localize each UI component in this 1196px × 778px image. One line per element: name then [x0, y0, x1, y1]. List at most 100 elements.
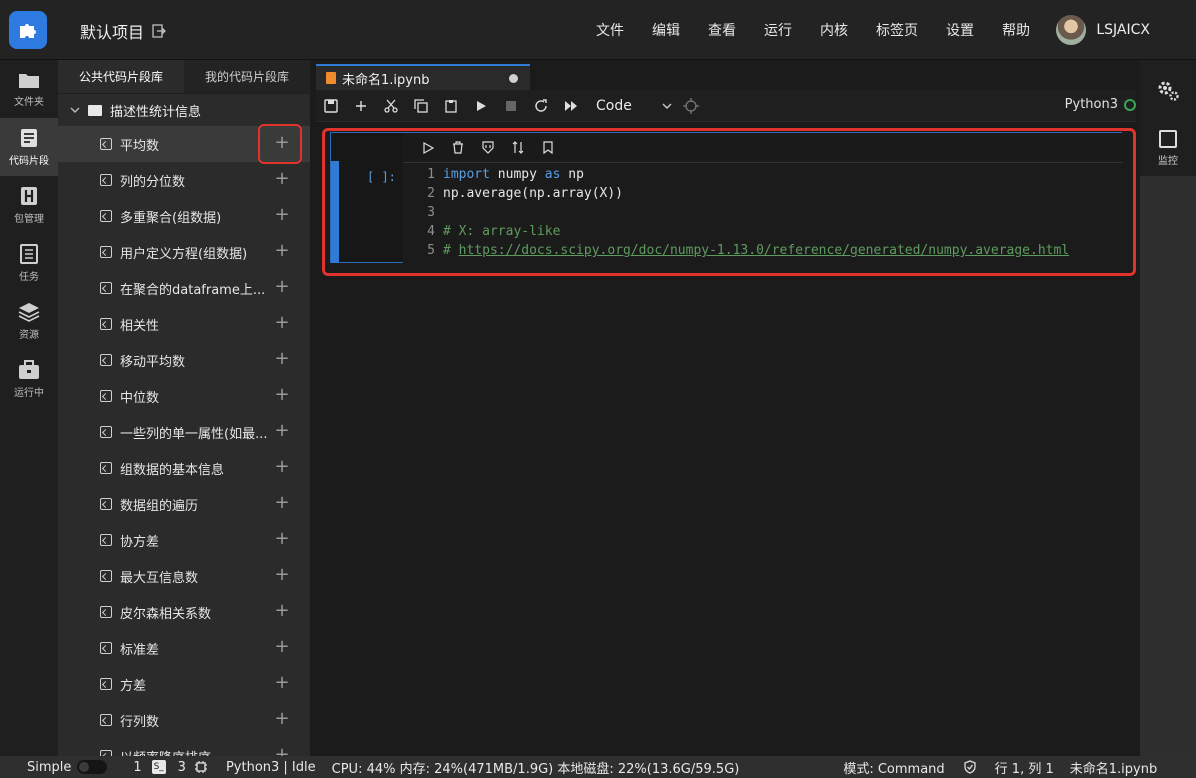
insert-cell-button[interactable] [346, 90, 376, 122]
run-button[interactable] [466, 90, 496, 122]
run-cell-button[interactable] [419, 139, 437, 157]
cell-type-select[interactable]: Code [596, 98, 672, 114]
paste-button[interactable] [436, 90, 466, 122]
shield-check-icon[interactable] [963, 760, 977, 774]
copy-button[interactable] [406, 90, 436, 122]
snippet-item[interactable]: 协方差 + [58, 522, 310, 558]
bookmark-cell-button[interactable] [539, 139, 557, 157]
code-cell[interactable]: [ ]: 1 import numpy as np 2 np.average(n… [330, 132, 1123, 263]
cursor-position: 行 1, 列 1 [994, 761, 1054, 777]
move-cell-button[interactable] [509, 139, 527, 157]
app-logo[interactable] [9, 11, 47, 49]
restart-button[interactable] [526, 90, 556, 122]
stop-button[interactable] [496, 90, 526, 122]
menu-help[interactable]: 帮助 [1002, 20, 1030, 40]
snippet-item[interactable]: 最大互信息数 + [58, 558, 310, 594]
snippet-item[interactable]: 一些列的单一属性(如最... + [58, 414, 310, 450]
folder-icon [19, 73, 39, 88]
add-snippet-plus-icon[interactable]: + [272, 170, 292, 190]
rail-label: 任务 [19, 271, 39, 283]
chevron-down-icon [70, 107, 80, 113]
kernel-indicator[interactable]: Python3 [1065, 97, 1136, 112]
tab-public-snippets[interactable]: 公共代码片段库 [58, 60, 184, 94]
snippet-item[interactable]: 组数据的基本信息 + [58, 450, 310, 486]
snippet-item[interactable]: 在聚合的dataframe上... + [58, 270, 310, 306]
menu-file[interactable]: 文件 [596, 20, 624, 40]
user-menu[interactable]: LSJAICX [1056, 15, 1150, 45]
add-snippet-plus-icon[interactable]: + [272, 386, 292, 406]
settings-button[interactable] [1140, 60, 1196, 120]
add-snippet-plus-icon[interactable]: + [272, 710, 292, 730]
monitor-button[interactable]: 监控 [1140, 120, 1196, 176]
snippet-item[interactable]: 皮尔森相关系数 + [58, 594, 310, 630]
rail-item-tasks[interactable]: 任务 [0, 234, 58, 292]
snippet-code-icon [100, 138, 112, 150]
kernel-status[interactable]: Python3 | Idle [226, 760, 316, 775]
add-snippet-plus-icon[interactable]: + [272, 206, 292, 226]
snippet-item[interactable]: 用户定义方程(组数据) + [58, 234, 310, 270]
project-selector[interactable]: 默认项目 [80, 19, 166, 43]
snippet-label: 数据组的遍历 [120, 498, 199, 514]
open-count[interactable]: 1 [133, 760, 141, 775]
snippet-item[interactable]: 以频率降序排序 + [58, 738, 310, 756]
terminal-icon[interactable]: S_ [151, 760, 166, 774]
snippet-item[interactable]: 行列数 + [58, 702, 310, 738]
add-snippet-plus-icon[interactable]: + [272, 602, 292, 622]
add-snippet-plus-icon[interactable]: + [272, 530, 292, 550]
delete-cell-button[interactable] [449, 139, 467, 157]
notebook-tab[interactable]: 未命名1.ipynb [316, 64, 530, 90]
add-snippet-plus-icon[interactable]: + [272, 278, 292, 298]
snippet-item[interactable]: 移动平均数 + [58, 342, 310, 378]
unsaved-dot-icon[interactable] [509, 74, 518, 83]
cell-collapser[interactable] [331, 161, 339, 263]
snippet-item[interactable]: 相关性 + [58, 306, 310, 342]
snippet-icon [21, 128, 37, 147]
add-snippet-plus-icon[interactable]: + [272, 566, 292, 586]
rail-item-packages[interactable]: 包管理 [0, 176, 58, 234]
doc-link[interactable]: https://docs.scipy.org/doc/numpy-1.13.0/… [459, 241, 1069, 260]
add-snippet-plus-icon[interactable]: + [272, 638, 292, 658]
add-snippet-plus-icon[interactable]: + [272, 494, 292, 514]
add-snippet-plus-icon[interactable]: + [272, 746, 292, 757]
snippet-item[interactable]: 标准差 + [58, 630, 310, 666]
tab-my-snippets[interactable]: 我的代码片段库 [184, 60, 310, 94]
cell-style-button[interactable] [479, 139, 497, 157]
menu-view[interactable]: 查看 [708, 20, 736, 40]
snippet-item[interactable]: 中位数 + [58, 378, 310, 414]
add-snippet-plus-icon[interactable]: + [272, 350, 292, 370]
snippet-item[interactable]: 方差 + [58, 666, 310, 702]
add-snippet-plus-icon[interactable]: + [272, 674, 292, 694]
rail-item-resources[interactable]: 资源 [0, 292, 58, 350]
status-bar: Simple 1 S_ 3 Python3 | Idle CPU: 44% 内存… [0, 756, 1196, 778]
add-snippet-plus-icon[interactable]: + [272, 422, 292, 442]
simple-mode-label: Simple [27, 759, 72, 775]
menu-edit[interactable]: 编辑 [652, 20, 680, 40]
menu-tabs[interactable]: 标签页 [876, 20, 918, 40]
add-snippet-plus-icon[interactable]: + [272, 314, 292, 334]
cut-button[interactable] [376, 90, 406, 122]
rail-item-running[interactable]: 运行中 [0, 350, 58, 408]
add-snippet-plus-icon[interactable]: + [272, 458, 292, 478]
menu-settings[interactable]: 设置 [946, 20, 974, 40]
snippet-code-icon [100, 282, 112, 294]
rail-item-snippets[interactable]: 代码片段 [0, 118, 58, 176]
menu-run[interactable]: 运行 [764, 20, 792, 40]
exit-icon[interactable] [152, 24, 166, 38]
menu-kernel[interactable]: 内核 [820, 20, 848, 40]
add-snippet-plus-icon[interactable]: + [272, 242, 292, 262]
simple-mode-toggle[interactable]: Simple [27, 759, 108, 775]
kernel-count[interactable]: 3 [178, 760, 186, 775]
chip-icon[interactable] [194, 760, 208, 774]
run-all-button[interactable] [556, 90, 586, 122]
locate-button[interactable] [676, 90, 706, 122]
toggle-switch[interactable] [77, 760, 108, 774]
code-editor[interactable]: 1 import numpy as np 2 np.average(np.arr… [403, 163, 1123, 263]
snippet-item[interactable]: 数据组的遍历 + [58, 486, 310, 522]
cell-toolbar [403, 133, 1123, 163]
rail-item-folder[interactable]: 文件夹 [0, 60, 58, 118]
save-button[interactable] [316, 90, 346, 122]
snippet-item[interactable]: 列的分位数 + [58, 162, 310, 198]
avatar[interactable] [1056, 15, 1087, 45]
snippet-item[interactable]: 多重聚合(组数据) + [58, 198, 310, 234]
snippet-folder[interactable]: 描述性统计信息 [58, 94, 310, 126]
